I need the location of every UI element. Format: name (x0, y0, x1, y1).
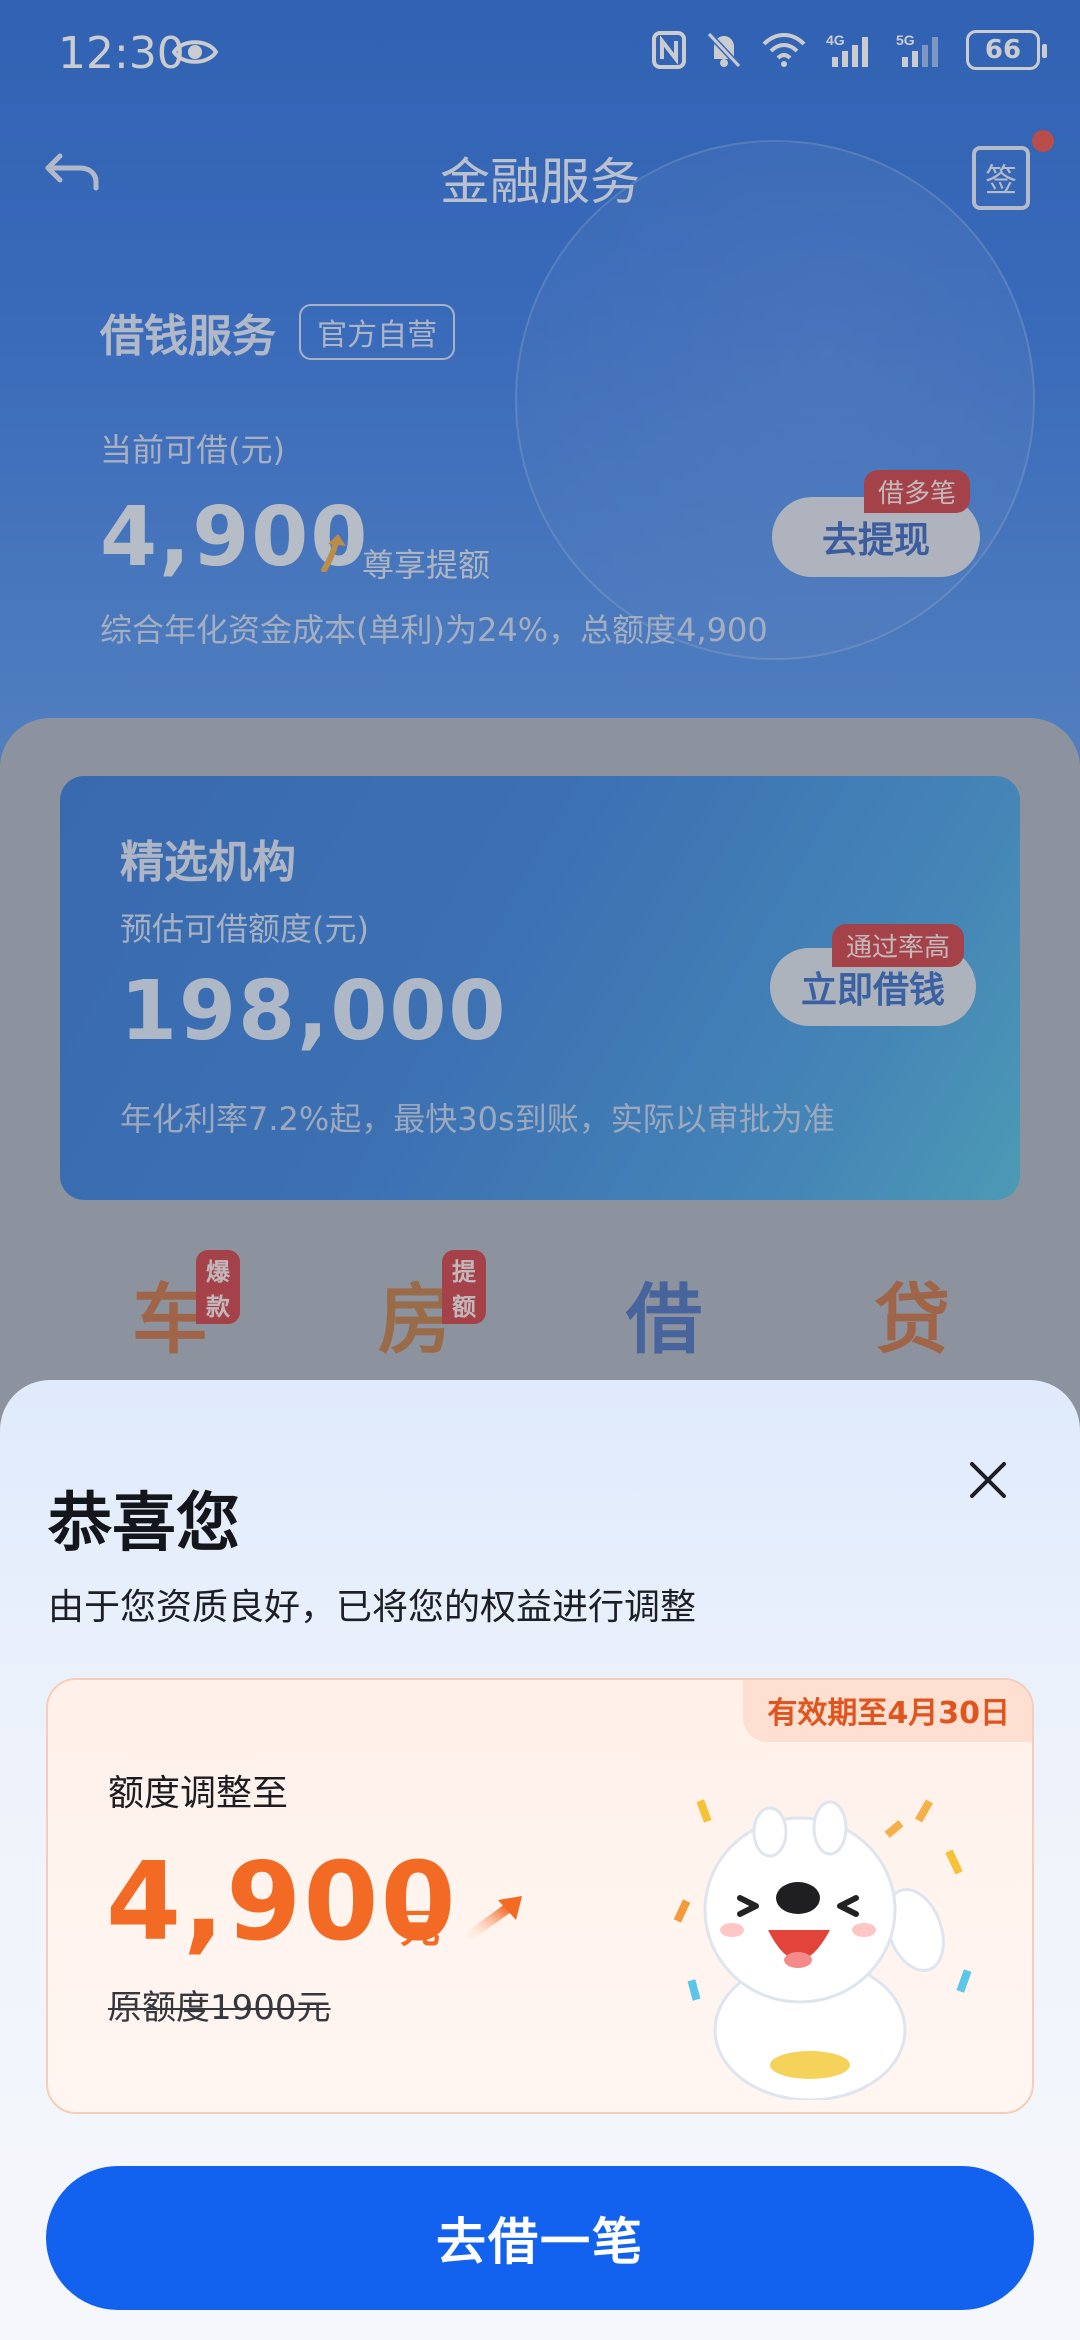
mascot-illustration (673, 1799, 972, 2100)
sheet-subtitle: 由于您资质良好，已将您的权益进行调整 (48, 1587, 697, 1628)
close-icon[interactable] (966, 1458, 1010, 1502)
borrow-once-label: 去借一笔 (436, 2213, 644, 2271)
up-right-arrow-icon (468, 1896, 522, 1939)
congrats-sheet: 恭喜您 由于您资质良好，已将您的权益进行调整 有效期至4月30日 额度调整至 4… (0, 1380, 1080, 2340)
validity-tag: 有效期至4月30日 (743, 1680, 1032, 1742)
borrow-once-button[interactable]: 去借一笔 (46, 2166, 1034, 2310)
original-limit: 原额度1900元 (108, 1988, 331, 2028)
sheet-title: 恭喜您 (48, 1487, 240, 1561)
offer-unit: 元 (400, 1906, 440, 1952)
offer-label: 额度调整至 (108, 1773, 289, 1814)
